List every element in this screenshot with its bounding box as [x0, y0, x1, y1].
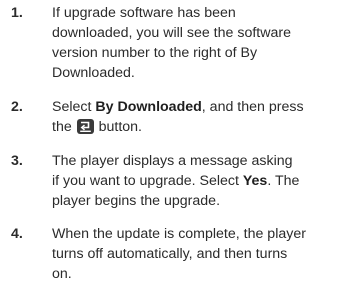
step-text: Select By Downloaded, and then press the… [52, 97, 360, 137]
text-run: . The [267, 173, 300, 189]
menu-option-label: By Downloaded [95, 99, 202, 115]
step-number: 3. [11, 153, 23, 169]
text-run: if you want to upgrade. Select [52, 173, 243, 189]
step-text-line: on. [52, 266, 72, 282]
step-text-line: if you want to upgrade. Select Yes. The [52, 171, 360, 191]
step-number: 1. [11, 5, 23, 21]
step-text-line: version number to the right of By [52, 45, 258, 61]
step-number: 2. [11, 99, 23, 115]
text-run: Select [52, 99, 96, 115]
step-text: When the update is complete, the player … [52, 224, 360, 284]
dialog-option-label: Yes [242, 173, 268, 189]
step-text-line: the button. [52, 117, 360, 137]
text-run: the [52, 119, 76, 135]
instruction-document: 1. If upgrade software has been download… [0, 0, 364, 291]
step-text: The player displays a message asking if … [52, 151, 360, 211]
text-run: button. [94, 119, 143, 135]
enter-button-icon [76, 119, 94, 134]
step-text-line: turns off automatically, and then turns [52, 246, 288, 262]
text-run: , and then press [201, 99, 304, 115]
step-text-line: downloaded, you will see the software [52, 25, 291, 41]
step-text-line: player begins the upgrade. [52, 193, 221, 209]
step-text-line: When the update is complete, the player [52, 226, 306, 242]
step-text: If upgrade software has been downloaded,… [52, 3, 360, 83]
step-text-line: Select By Downloaded, and then press [52, 97, 360, 117]
step-text-line: Downloaded. [52, 65, 135, 81]
step-text-line: If upgrade software has been [52, 5, 236, 21]
step-number: 4. [11, 226, 23, 242]
step-text-line: The player displays a message asking [52, 153, 293, 169]
